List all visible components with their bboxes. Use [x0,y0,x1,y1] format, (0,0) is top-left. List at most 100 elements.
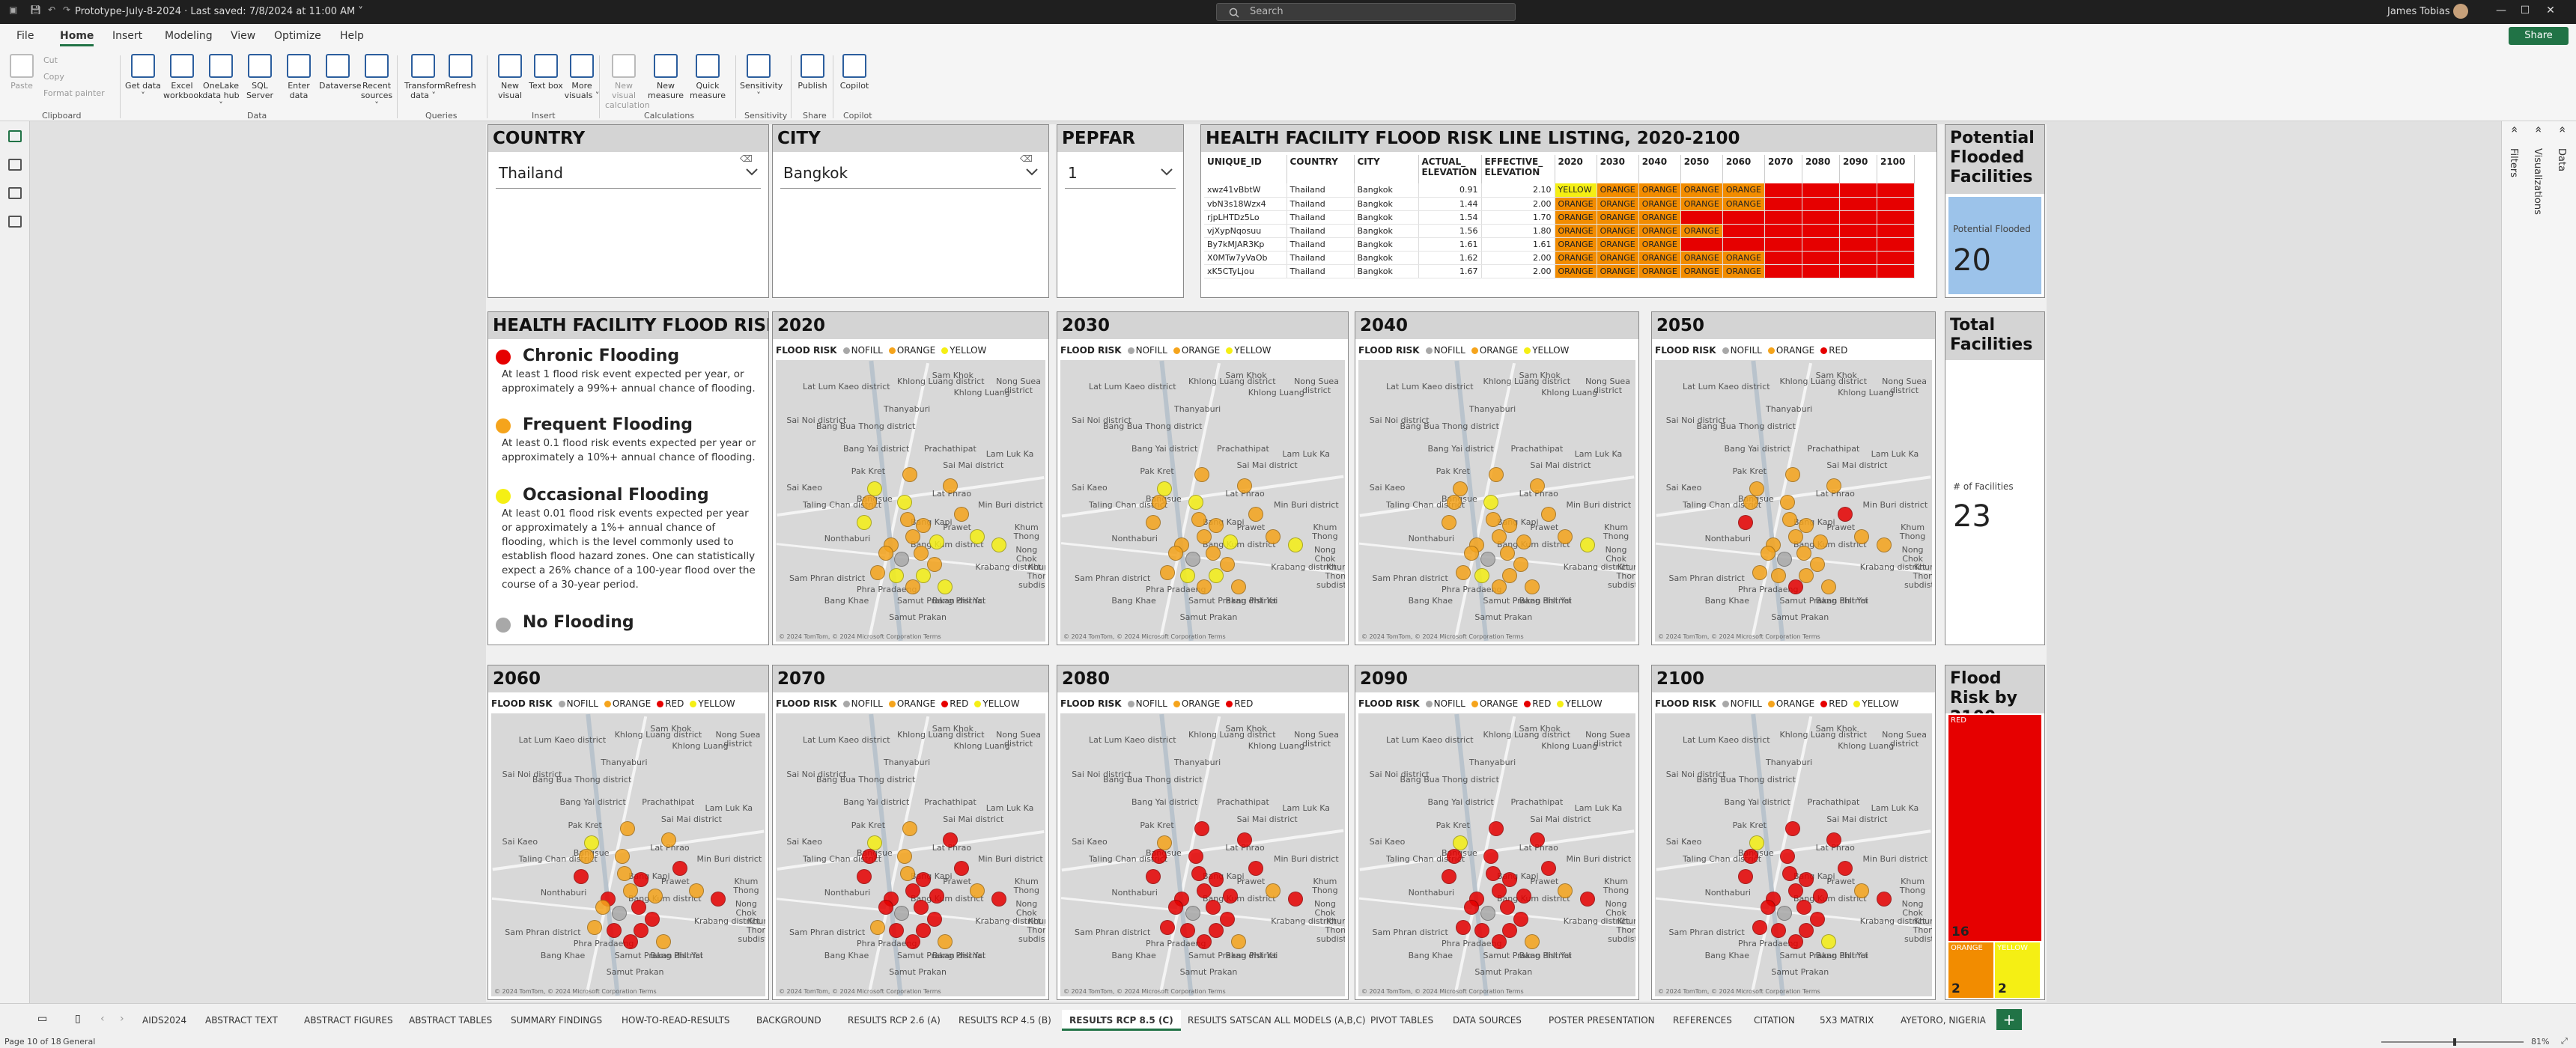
facility-marker[interactable] [916,871,932,887]
page-tab[interactable]: RESULTS RCP 4.5 (B) [951,1010,1059,1031]
paste-button[interactable]: Paste [3,54,40,91]
table-row[interactable]: rjpLHTDz5Lo Thailand Bangkok 1.54 1.70 ORANGE… [1204,210,1915,225]
page-tab[interactable]: AYETORO, NIGERIA [1893,1010,1993,1031]
flood-map-2080[interactable]: 2080 FLOOD RISK NOFILL ORANGE RED Lat Lum Kae… [1057,665,1349,1000]
ribbon-button-data-1[interactable]: Excel workbook [163,54,203,100]
page-tab[interactable]: REFERENCES [1665,1010,1740,1031]
ribbon-button-copilot-0[interactable]: Copilot [836,54,873,91]
facility-marker[interactable] [1442,514,1456,530]
flood-map-2100[interactable]: 2100 FLOOD RISK NOFILL ORANGE RED YELLOW Lat L… [1651,665,1936,1000]
ribbon-button-calculations-2[interactable]: Quick measure [689,54,726,100]
flood-map-2070[interactable]: 2070 FLOOD RISK NOFILL ORANGE RED YELLOW Lat L… [772,665,1049,1000]
facility-marker[interactable] [1821,579,1836,595]
facility-marker[interactable] [970,528,985,544]
facility-marker[interactable] [1197,933,1212,949]
model-view-icon[interactable] [8,187,22,199]
facility-marker[interactable] [1749,481,1764,496]
desktop-layout-icon[interactable]: ▭ [37,1013,47,1025]
facility-marker[interactable] [1483,495,1498,511]
menu-tab-view[interactable]: View [231,30,255,42]
facility-marker[interactable] [1157,481,1173,496]
map-surface[interactable]: Lat Lum Kaeo district Khlong Luang distri… [1358,713,1635,996]
facility-marker[interactable] [1208,517,1224,533]
facility-marker[interactable] [1188,495,1203,511]
column-header[interactable]: 2050 [1680,155,1723,183]
facility-marker[interactable] [991,537,1006,552]
facility-marker[interactable] [894,906,910,921]
facility-marker[interactable] [1483,849,1498,865]
treemap-tile-red[interactable]: RED 16 [1948,715,2041,941]
facility-marker[interactable] [902,466,918,482]
facility-marker[interactable] [1776,906,1792,921]
maximize-icon[interactable]: ☐ [2518,4,2533,19]
page-tab[interactable]: CITATION [1746,1010,1802,1031]
facility-marker[interactable] [1442,868,1456,884]
facility-marker[interactable] [1771,568,1787,584]
facility-marker[interactable] [1248,860,1263,876]
facility-marker[interactable] [672,860,687,876]
facility-marker[interactable] [1784,466,1800,482]
facility-marker[interactable] [710,892,726,907]
chevron-down-icon[interactable] [744,167,759,177]
add-page-button[interactable]: + [1996,1009,2022,1030]
zoom-slider[interactable] [2381,1041,2524,1043]
facility-marker[interactable] [1188,849,1203,865]
ribbon-button-insert-0[interactable]: New visual [491,54,529,100]
flood-risk-2100-treemap[interactable]: Flood Risk by 2100 RED 16 ORANGE 2 YELLOW 2 [1945,665,2045,1000]
facility-marker[interactable] [1796,546,1811,561]
page-tab[interactable]: RESULTS RCP 8.5 (C) [1062,1010,1181,1031]
copy-button[interactable]: Copy [43,72,64,82]
facility-marker[interactable] [899,866,915,882]
prev-page-icon[interactable]: ‹ [100,1013,105,1025]
facility-marker[interactable] [991,892,1006,907]
page-tab[interactable]: ABSTRACT TABLES [401,1010,499,1031]
facility-marker[interactable] [1541,506,1557,522]
facility-marker[interactable] [1787,579,1803,595]
ribbon-button-calculations-1[interactable]: New measure [647,54,684,100]
facility-marker[interactable] [913,900,929,916]
facility-marker[interactable] [1738,514,1753,530]
ribbon-button-data-4[interactable]: Enter data [280,54,318,100]
flood-map-2040[interactable]: 2040 FLOOD RISK NOFILL ORANGE YELLOW Lat Lum … [1355,311,1639,645]
column-header[interactable]: 2080 [1802,155,1840,183]
facility-marker[interactable] [1205,546,1221,561]
facility-marker[interactable] [1488,820,1504,836]
column-header[interactable]: 2020 [1555,155,1597,183]
facility-marker[interactable] [1185,551,1201,567]
column-header[interactable]: EFFECTIVE_ ELEVATION [1481,155,1555,183]
map-surface[interactable]: Lat Lum Kaeo district Khlong Luang distri… [1060,713,1345,996]
facility-marker[interactable] [1157,835,1173,850]
column-header[interactable]: 2090 [1839,155,1877,183]
facility-marker[interactable] [1558,883,1573,898]
fit-to-page-icon[interactable]: ⤢ [2561,1036,2568,1047]
flood-map-2050[interactable]: 2050 FLOOD RISK NOFILL ORANGE RED Lat Lum Kae… [1651,311,1936,645]
minimize-icon[interactable]: — [2494,4,2509,19]
facility-marker[interactable] [1491,933,1507,949]
table-row[interactable]: X0MTw7yVaOb Thailand Bangkok 1.62 2.00 ORANGE… [1204,251,1915,265]
search-box[interactable]: Search [1216,3,1516,21]
facility-marker[interactable] [916,568,932,584]
save-icon[interactable]: 💾︎ [30,4,43,18]
facility-marker[interactable] [1231,579,1246,595]
facility-marker[interactable] [1854,883,1870,898]
facility-marker[interactable] [1231,933,1246,949]
dax-query-view-icon[interactable] [8,216,22,228]
facility-marker[interactable] [1580,537,1595,552]
share-button[interactable]: Share [2509,27,2569,45]
facility-marker[interactable] [857,868,872,884]
facility-marker[interactable] [1160,919,1175,935]
facility-marker[interactable] [1288,892,1303,907]
facility-marker[interactable] [584,835,600,850]
facility-marker[interactable] [1513,557,1529,573]
facility-marker[interactable] [1779,495,1795,511]
facility-marker[interactable] [587,919,603,935]
line-listing-table[interactable]: UNIQUE_ID COUNTRY CITY ACTUAL_ ELEVATION EFF… [1204,155,1915,278]
facility-marker[interactable] [953,860,969,876]
facility-marker[interactable] [1219,911,1235,927]
facility-marker[interactable] [1516,534,1531,550]
facility-marker[interactable] [905,883,920,898]
facility-marker[interactable] [1799,568,1814,584]
facility-marker[interactable] [688,883,704,898]
facility-marker[interactable] [1480,906,1495,921]
page-tab[interactable]: PIVOT TABLES [1363,1010,1441,1031]
